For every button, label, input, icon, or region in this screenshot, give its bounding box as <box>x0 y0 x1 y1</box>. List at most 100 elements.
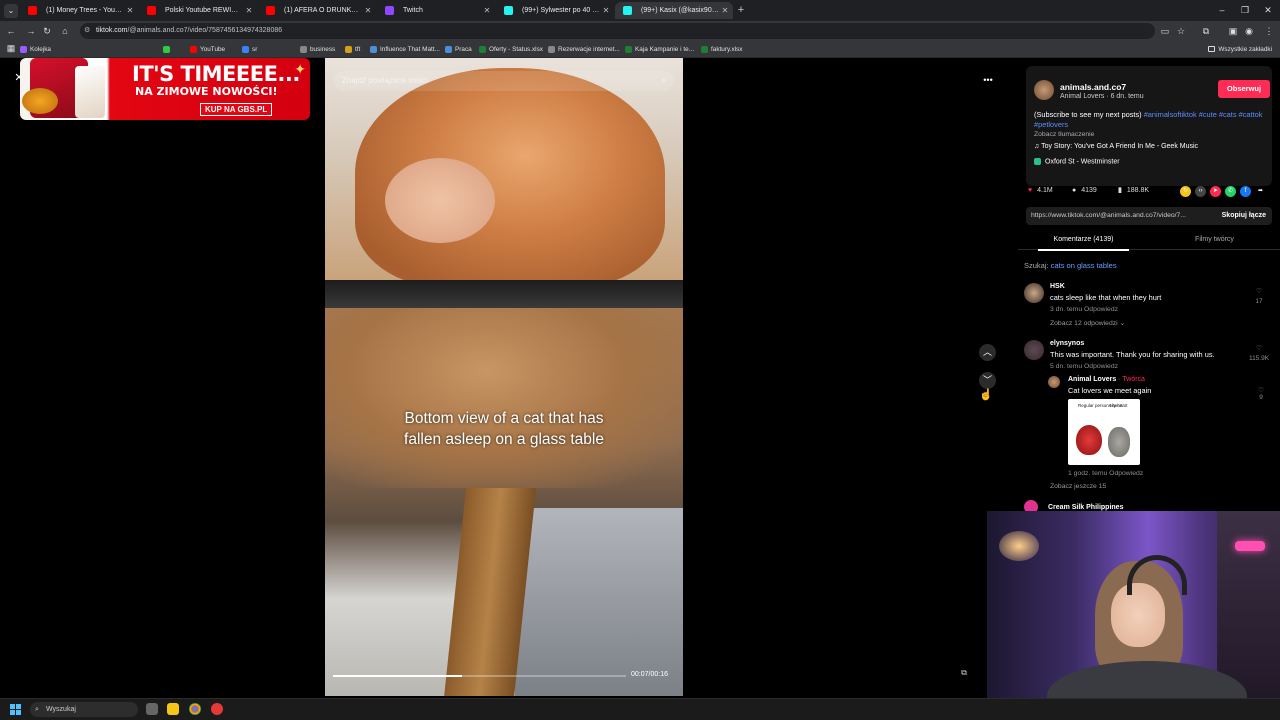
location-link[interactable]: Oxford St - Westminster <box>1034 158 1120 165</box>
site-info-icon[interactable]: ⚙ <box>84 23 90 39</box>
commenter-name[interactable]: HSK <box>1050 283 1065 290</box>
reply-author[interactable]: Animal Lovers · Twórca <box>1068 376 1145 383</box>
browser-tab[interactable]: (1) Money Trees - YouTube ✕ <box>20 2 138 19</box>
bookmark-item[interactable]: tft <box>345 43 360 56</box>
bookmark-item[interactable]: YouTube <box>190 43 225 56</box>
all-bookmarks-button[interactable]: Wszystkie zakładki <box>1208 43 1272 56</box>
bookmark-item[interactable]: Rezerwacje internet... <box>548 43 620 56</box>
close-tab-icon[interactable]: ✕ <box>363 2 373 19</box>
previous-video-button[interactable]: ︿ <box>979 344 996 361</box>
mini-player-icon[interactable]: ⧉ <box>958 668 970 682</box>
whatsapp-icon[interactable]: ✆ <box>1225 186 1236 197</box>
bookmark-item[interactable]: Kolejka <box>20 43 51 56</box>
view-more-replies[interactable]: Zobacz jeszcze 15 <box>1050 483 1106 490</box>
save-button[interactable]: ▮ 188.8K <box>1118 182 1149 200</box>
more-options-icon[interactable]: ••• <box>979 74 997 86</box>
app-icon[interactable] <box>211 703 223 715</box>
comment-meta[interactable]: 5 dn. temu Odpowiedz <box>1050 363 1118 370</box>
commenter-avatar[interactable] <box>1024 283 1044 303</box>
home-button[interactable]: ⌂ <box>58 24 72 38</box>
copy-link-button[interactable]: Skopiuj łącze <box>1222 207 1266 225</box>
share-repost-icon[interactable]: ↻ <box>1180 186 1191 197</box>
bookmark-item[interactable] <box>163 43 173 56</box>
share-friends-icon[interactable]: ➤ <box>1210 186 1221 197</box>
windows-start-icon[interactable] <box>10 704 21 715</box>
taskbar-search[interactable]: ⌕ Wyszukaj <box>30 702 138 717</box>
music-link[interactable]: ♫ Toy Story: You've Got A Friend In Me -… <box>1034 143 1198 150</box>
forward-button[interactable]: → <box>24 24 38 38</box>
comment-like-button[interactable]: ♡ 115.9K <box>1246 344 1272 364</box>
video-caption: Bottom view of a cat that has fallen asl… <box>325 408 683 450</box>
extensions-icon[interactable]: ⧉ <box>1199 24 1213 38</box>
facebook-icon[interactable]: f <box>1240 186 1251 197</box>
close-window-button[interactable]: ✕ <box>1258 2 1278 18</box>
video-progress-bar[interactable] <box>333 675 626 677</box>
bookmark-item[interactable]: Praca <box>445 43 472 56</box>
address-bar[interactable]: ⚙ tiktok.com/@animals.and.co7/video/7587… <box>80 23 1155 39</box>
browser-tab[interactable]: Polski Youtube REWIND 2025 |✕ <box>139 2 257 19</box>
author-avatar[interactable] <box>1034 80 1054 100</box>
author-name[interactable]: animals.and.co7 <box>1060 82 1126 92</box>
reload-button[interactable]: ↻ <box>40 24 54 38</box>
minimize-button[interactable]: – <box>1212 2 1232 18</box>
commenter-avatar[interactable] <box>1024 340 1044 360</box>
reply-avatar[interactable] <box>1048 376 1060 388</box>
install-icon[interactable]: ▭ <box>1158 24 1172 38</box>
reply-meta[interactable]: 1 godz. temu Odpowiedz <box>1068 470 1143 477</box>
browser-tab[interactable]: Twitch ✕ <box>377 2 495 19</box>
close-tab-icon[interactable]: ✕ <box>482 2 492 19</box>
related-search-input[interactable]: Znajdź powiązane treści ⌕ <box>334 71 674 91</box>
ad-cta-button[interactable]: KUP NA GBS.PL <box>200 103 273 116</box>
video-link[interactable]: https://www.tiktok.com/@animals.and.co7/… <box>1031 207 1201 225</box>
bookmark-star-icon[interactable]: ☆ <box>1174 24 1188 38</box>
reply-image[interactable]: Regular persons heart My heart <box>1068 399 1140 465</box>
search-icon[interactable]: ⌕ <box>662 71 666 91</box>
ad-banner[interactable]: IT'S TIMEEEE... NA ZIMOWE NOWOŚCI! KUP N… <box>20 58 310 120</box>
next-video-button[interactable]: ﹀ <box>979 372 996 389</box>
bookmark-item[interactable]: business <box>300 43 335 56</box>
browser-tab[interactable]: (99+) Sylwester po 40 😍😅 Po✕ <box>496 2 614 19</box>
browser-tab[interactable]: (1) AFERA O DRUNKSTREAM B✕ <box>258 2 376 19</box>
tab-creator-videos[interactable]: Filmy twórcy <box>1149 230 1280 250</box>
comment-like-button[interactable]: ♡ 17 <box>1246 287 1272 307</box>
comment-search-suggestion[interactable]: Szukaj: cats on glass tables <box>1024 261 1117 270</box>
commenter-name[interactable]: elynsynos <box>1050 340 1084 347</box>
reply-like-button[interactable]: ♡ 9 <box>1254 386 1268 401</box>
follow-button[interactable]: Obserwuj <box>1218 80 1270 98</box>
close-tab-icon[interactable]: ✕ <box>125 2 135 19</box>
heart-organ-image <box>1076 425 1102 455</box>
view-replies-button[interactable]: Zobacz 12 odpowiedzi ⌄ <box>1050 319 1125 327</box>
tab-title: Polski Youtube REWIND 2025 | <box>165 7 243 14</box>
see-translation-link[interactable]: Zobacz tłumaczenie <box>1034 131 1094 138</box>
bookmark-item[interactable]: faktury.xlsx <box>701 43 743 56</box>
task-view-icon[interactable] <box>146 703 158 715</box>
heart-outline-icon: ♡ <box>1256 288 1262 295</box>
new-tab-button[interactable]: + <box>735 4 747 16</box>
close-tab-icon[interactable]: ✕ <box>244 2 254 19</box>
video-player[interactable]: Znajdź powiązane treści ⌕ Bottom view of… <box>325 58 683 696</box>
bookmark-item[interactable]: sr <box>242 43 257 56</box>
comment-button[interactable]: ● 4139 <box>1072 182 1097 200</box>
chrome-icon[interactable] <box>189 703 201 715</box>
tab-search-icon[interactable]: ⌄ <box>4 4 18 18</box>
maximize-button[interactable]: ❐ <box>1235 2 1255 18</box>
close-tab-icon[interactable]: ✕ <box>720 2 730 19</box>
profile-avatar[interactable]: ◉ <box>1242 24 1256 38</box>
file-explorer-icon[interactable] <box>167 703 179 715</box>
sidebar-icon[interactable]: ▣ <box>1226 24 1240 38</box>
browser-tab[interactable]: (99+) Kasix (@kasix909) | Ti✕ <box>615 2 733 19</box>
share-arrow-icon[interactable]: ➦ <box>1255 186 1266 197</box>
apps-icon[interactable]: ▦ <box>4 41 18 55</box>
bookmark-favicon-icon <box>370 46 377 53</box>
close-tab-icon[interactable]: ✕ <box>601 2 611 19</box>
bookmark-favicon-icon <box>242 46 249 53</box>
back-button[interactable]: ← <box>4 24 18 38</box>
bookmark-item[interactable]: Oferty - Status.xlsx <box>479 43 543 56</box>
browser-menu-icon[interactable]: ⋮ <box>1262 24 1276 38</box>
comment-meta[interactable]: 3 dn. temu Odpowiedz <box>1050 306 1118 313</box>
like-button[interactable]: ♥ 4.1M <box>1028 182 1053 200</box>
bookmark-item[interactable]: Influence That Matt... <box>370 43 440 56</box>
tab-comments[interactable]: Komentarze (4139) <box>1018 230 1149 251</box>
bookmark-item[interactable]: Kaja Kampanie i te... <box>625 43 694 56</box>
embed-icon[interactable]: ‹› <box>1195 186 1206 197</box>
